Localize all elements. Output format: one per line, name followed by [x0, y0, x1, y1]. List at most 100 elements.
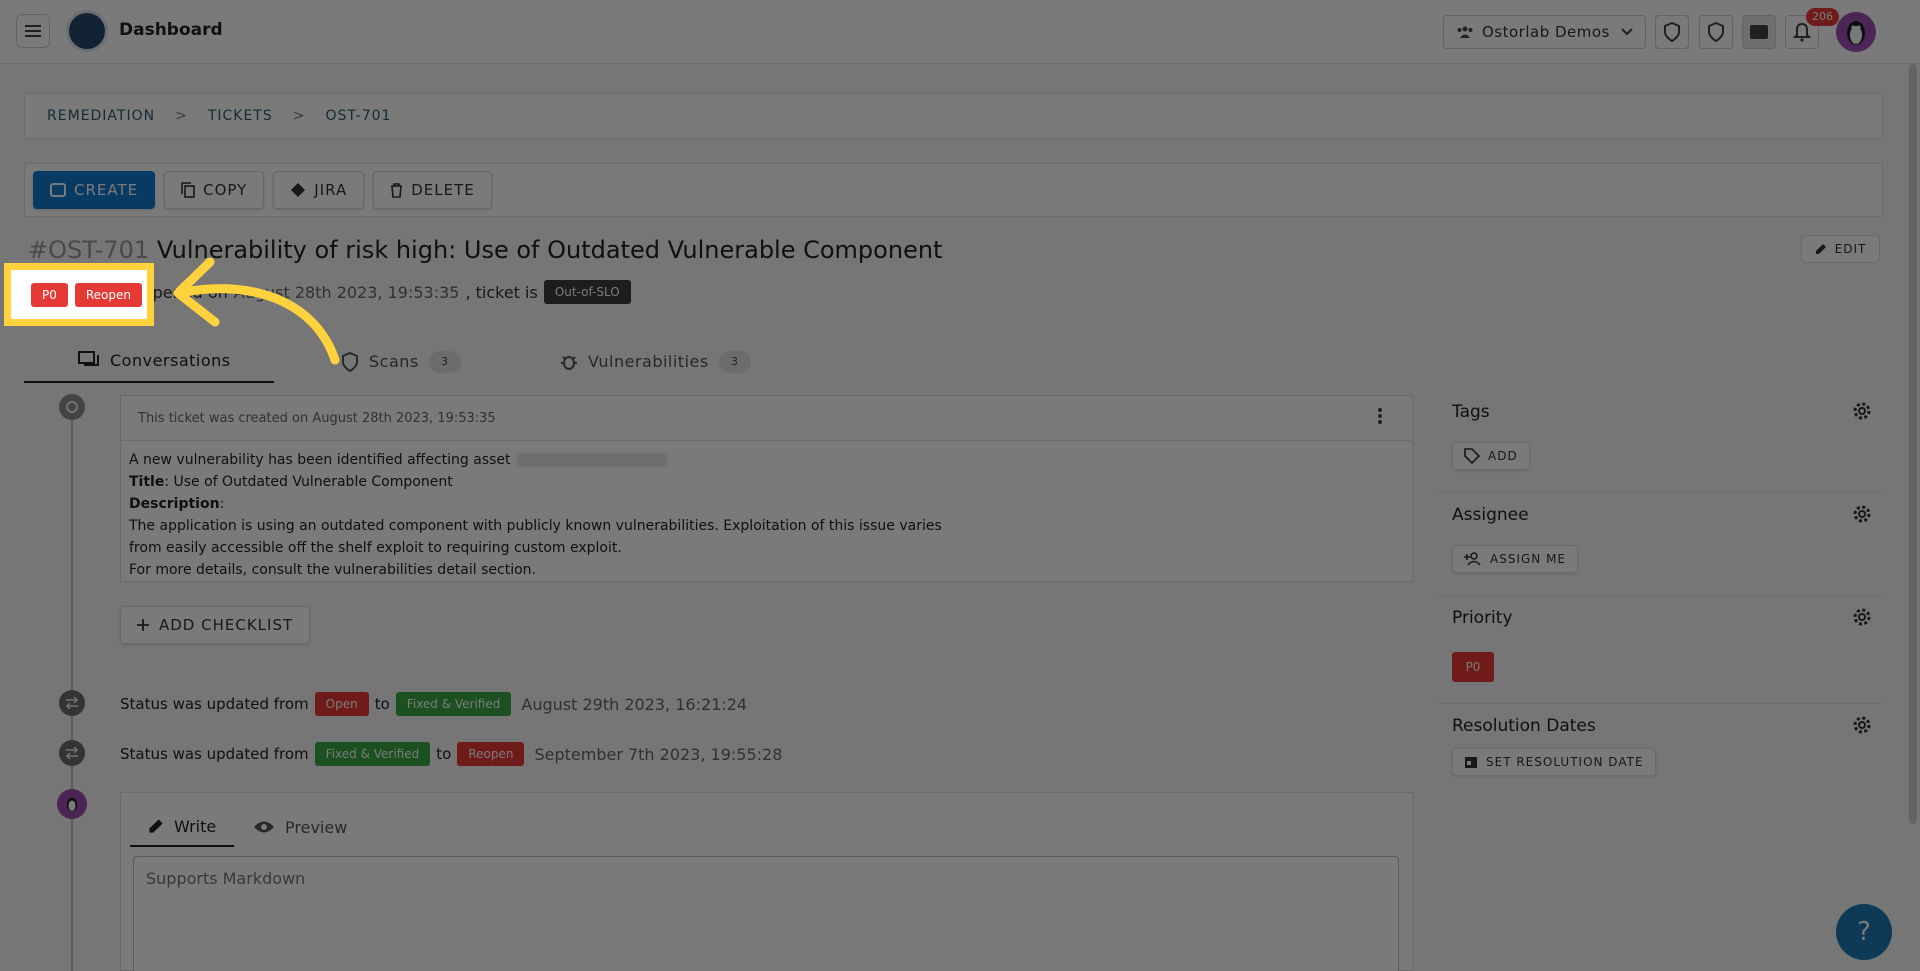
security-button[interactable]	[1699, 15, 1733, 49]
jira-button[interactable]: JIRA	[273, 171, 365, 209]
organization-select[interactable]: Ostorlab Demos	[1443, 15, 1646, 49]
description-text-3: For more details, consult the vulnerabil…	[129, 562, 536, 578]
assignee-title: Assignee	[1452, 505, 1529, 525]
copy-button[interactable]: COPY	[164, 171, 265, 209]
group-icon	[1457, 26, 1473, 38]
breadcrumb-ticket-id: OST-701	[325, 108, 392, 124]
comment-input[interactable]	[133, 856, 1399, 971]
delete-button[interactable]: DELETE	[373, 171, 492, 209]
breadcrumb-remediation[interactable]: REMEDIATION	[47, 108, 155, 124]
event-date: August 29th 2023, 16:21:24	[521, 694, 748, 714]
timeline-node-status	[59, 740, 85, 766]
tab-scans[interactable]: Scans 3	[341, 340, 461, 383]
chat-icon	[78, 350, 99, 366]
ticket-icon	[1750, 25, 1768, 39]
tab-vulnerabilities-label: Vulnerabilities	[588, 352, 709, 371]
jira-icon	[291, 183, 306, 197]
swap-icon	[65, 747, 79, 759]
penguin-avatar-icon	[66, 797, 78, 812]
intro-line: A new vulnerability has been identified …	[129, 449, 1404, 471]
set-resolution-date-button[interactable]: SET RESOLUTION DATE	[1452, 748, 1656, 776]
gear-icon	[1853, 505, 1871, 523]
person-add-icon	[1464, 552, 1481, 566]
timeline-user-avatar	[57, 789, 87, 819]
create-button[interactable]: CREATE	[33, 171, 156, 209]
breadcrumb: REMEDIATION > TICKETS > OST-701	[24, 93, 1883, 139]
edit-label: EDIT	[1834, 242, 1867, 256]
ticket-id: #OST-701	[28, 236, 150, 264]
plus-icon	[137, 619, 149, 631]
preview-label: Preview	[285, 817, 348, 837]
event-to-word: to	[374, 695, 390, 713]
title-line: Title: Use of Outdated Vulnerable Compon…	[129, 471, 1404, 493]
reopen-status-badge: Reopen	[74, 282, 143, 307]
chevron-down-icon	[1621, 28, 1633, 36]
assignee-section: Assignee ASSIGN ME	[1437, 493, 1883, 596]
tab-vulnerabilities[interactable]: Vulnerabilities 3	[560, 340, 751, 383]
description-text-1: The application is using an outdated com…	[129, 518, 942, 534]
menu-button[interactable]	[16, 14, 50, 48]
tags-settings-button[interactable]	[1851, 400, 1873, 426]
title-value: : Use of Outdated Vulnerable Component	[164, 474, 453, 490]
add-tag-button[interactable]: ADD	[1452, 442, 1530, 470]
pencil-icon	[149, 819, 163, 833]
breadcrumb-tickets[interactable]: TICKETS	[208, 108, 273, 124]
copy-label: COPY	[203, 181, 248, 199]
more-options-button[interactable]	[1378, 407, 1382, 429]
edit-button[interactable]: EDIT	[1801, 235, 1880, 263]
shield-icon	[1708, 22, 1724, 42]
ticket-icon	[50, 183, 66, 197]
highlight-box: P0 Reopen	[4, 263, 154, 326]
priority-settings-button[interactable]	[1851, 606, 1873, 632]
assignee-settings-button[interactable]	[1851, 503, 1873, 529]
bell-icon	[1793, 22, 1811, 42]
comment-editor: Write Preview	[120, 792, 1413, 971]
assign-me-button[interactable]: ASSIGN ME	[1452, 545, 1579, 573]
redacted-asset	[516, 453, 667, 467]
app-logo[interactable]	[66, 10, 108, 52]
event-date: September 7th 2023, 19:55:28	[534, 744, 783, 764]
tab-preview[interactable]: Preview	[253, 807, 347, 847]
penguin-avatar-icon	[1847, 21, 1865, 45]
scan-button[interactable]	[1655, 15, 1689, 49]
help-label: ?	[1857, 917, 1871, 947]
organization-name: Ostorlab Demos	[1482, 23, 1610, 41]
jira-label: JIRA	[314, 181, 348, 199]
help-button[interactable]: ?	[1836, 904, 1892, 960]
more-vertical-icon	[1378, 408, 1382, 424]
eye-icon	[254, 821, 274, 833]
status-to-badge: Fixed & Verified	[395, 692, 512, 716]
calendar-icon	[1465, 757, 1477, 768]
set-resolution-date-label: SET RESOLUTION DATE	[1486, 755, 1644, 769]
shield-plus-icon	[1664, 22, 1680, 42]
vulnerabilities-count: 3	[718, 350, 751, 373]
status-from-badge: Fixed & Verified	[314, 742, 431, 766]
card-header: This ticket was created on August 28th 2…	[121, 396, 1412, 441]
tickets-button[interactable]	[1742, 15, 1776, 49]
status-to-badge: Reopen	[457, 742, 525, 766]
slo-badge: Out-of-SLO	[543, 280, 631, 304]
create-label: CREATE	[74, 181, 139, 199]
resolution-settings-button[interactable]	[1851, 714, 1873, 740]
description-suffix: :	[219, 496, 225, 512]
priority-section: Priority P0	[1437, 596, 1883, 704]
delete-label: DELETE	[411, 181, 475, 199]
add-checklist-button[interactable]: ADD CHECKLIST	[120, 606, 311, 644]
tab-write[interactable]: Write	[130, 807, 234, 847]
event-prefix: Status was updated from	[120, 695, 309, 713]
pencil-icon	[1815, 244, 1826, 254]
app-title: Dashboard	[119, 20, 223, 40]
ticket-created-card: This ticket was created on August 28th 2…	[120, 395, 1413, 582]
user-avatar[interactable]	[1836, 12, 1876, 52]
timeline-line	[71, 404, 73, 971]
add-tag-label: ADD	[1488, 449, 1518, 463]
pointer-arrow-icon	[173, 257, 340, 365]
top-bar: Dashboard Ostorlab Demos 206	[0, 0, 1920, 64]
description-label: Description	[129, 496, 220, 512]
page-scrollbar[interactable]	[1909, 64, 1917, 824]
timeline-node-created	[59, 394, 85, 420]
page: Dashboard Ostorlab Demos 206 REMEDIATION…	[0, 0, 1920, 971]
resolution-section: Resolution Dates SET RESOLUTION DATE	[1437, 704, 1883, 807]
gear-icon	[1853, 716, 1871, 734]
swap-icon	[65, 697, 79, 709]
